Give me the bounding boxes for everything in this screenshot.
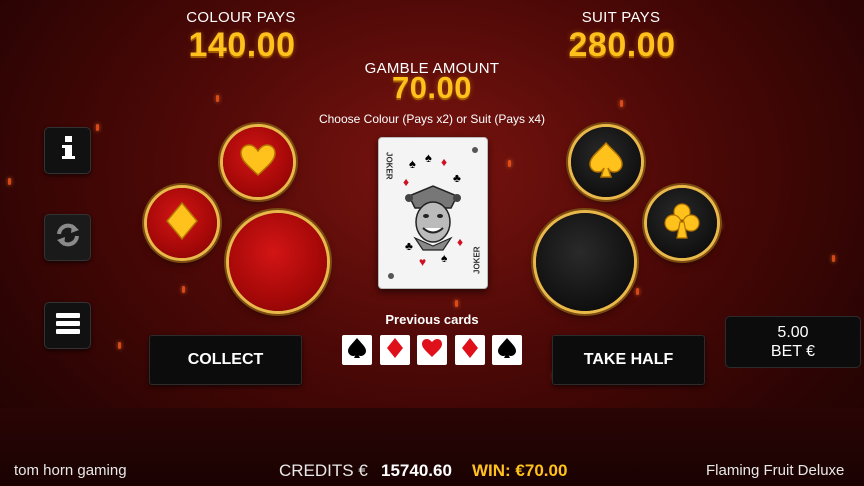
bet-button[interactable]: 5.00 BET € — [725, 316, 861, 368]
svg-text:♦: ♦ — [457, 235, 463, 249]
previous-card — [492, 335, 522, 365]
ember-spark — [182, 286, 185, 293]
autoplay-button[interactable] — [44, 214, 91, 261]
svg-text:JOKER: JOKER — [473, 246, 482, 274]
heart-icon — [239, 143, 277, 182]
brand-name: tom horn gaming — [14, 462, 127, 479]
credits-label: CREDITS € — [279, 461, 368, 480]
spade-icon — [497, 337, 517, 364]
take-half-button[interactable]: TAKE HALF — [552, 335, 705, 385]
ember-spark — [455, 300, 458, 307]
suit-pays-value: 280.00 — [568, 26, 676, 64]
club-icon — [663, 202, 701, 245]
svg-text:JOKER: JOKER — [385, 152, 394, 180]
svg-text:♠: ♠ — [425, 150, 432, 165]
credits-value: 15740.60 — [381, 461, 452, 480]
previous-card — [417, 335, 447, 365]
ember-spark — [636, 288, 639, 295]
colour-pays-label: COLOUR PAYS — [186, 9, 296, 26]
bet-label: BET € — [770, 343, 816, 360]
previous-card — [455, 335, 485, 365]
heart-icon — [421, 338, 443, 363]
svg-text:♠: ♠ — [409, 156, 416, 171]
hearts-suit-button[interactable] — [223, 127, 293, 197]
ember-spark — [718, 222, 721, 229]
black-colour-button[interactable] — [536, 213, 634, 311]
spade-icon — [588, 141, 624, 184]
ember-spark — [508, 160, 511, 167]
ember-spark — [216, 95, 219, 102]
colour-pays-value: 140.00 — [188, 26, 296, 64]
svg-text:♦: ♦ — [441, 155, 447, 169]
svg-text:♥: ♥ — [419, 255, 426, 269]
joker-card: JOKER JOKER ♠ ♠ ♦ ♦ ♣ ♣ ♥ ♠ ♦ — [378, 137, 488, 289]
gamble-amount-value: 70.00 — [391, 70, 473, 105]
svg-text:♣: ♣ — [453, 171, 461, 185]
info-icon — [57, 135, 79, 166]
red-colour-button[interactable] — [229, 213, 327, 311]
suit-pays-label: SUIT PAYS — [581, 9, 661, 26]
spades-suit-button[interactable] — [571, 127, 641, 197]
info-button[interactable] — [44, 127, 91, 174]
ember-spark — [832, 255, 835, 262]
previous-card — [380, 335, 410, 365]
ember-spark — [8, 178, 11, 185]
diamond-icon — [386, 337, 404, 364]
diamond-icon — [165, 201, 199, 246]
clubs-suit-button[interactable] — [647, 188, 717, 258]
win-amount: WIN: €70.00 — [472, 461, 568, 480]
svg-text:♠: ♠ — [441, 251, 448, 265]
spade-icon — [347, 337, 367, 364]
ember-spark — [118, 342, 121, 349]
collect-button[interactable]: COLLECT — [149, 335, 302, 385]
ember-spark — [620, 100, 623, 107]
diamonds-suit-button[interactable] — [147, 188, 217, 258]
svg-text:♦: ♦ — [403, 175, 409, 189]
refresh-icon — [54, 221, 82, 254]
diamond-icon — [461, 337, 479, 364]
game-title: Flaming Fruit Deluxe — [706, 462, 845, 479]
bet-amount: 5.00 — [777, 324, 809, 341]
svg-text:♣: ♣ — [405, 239, 413, 253]
gamble-instruction: Choose Colour (Pays x2) or Suit (Pays x4… — [318, 112, 546, 126]
previous-card — [342, 335, 372, 365]
